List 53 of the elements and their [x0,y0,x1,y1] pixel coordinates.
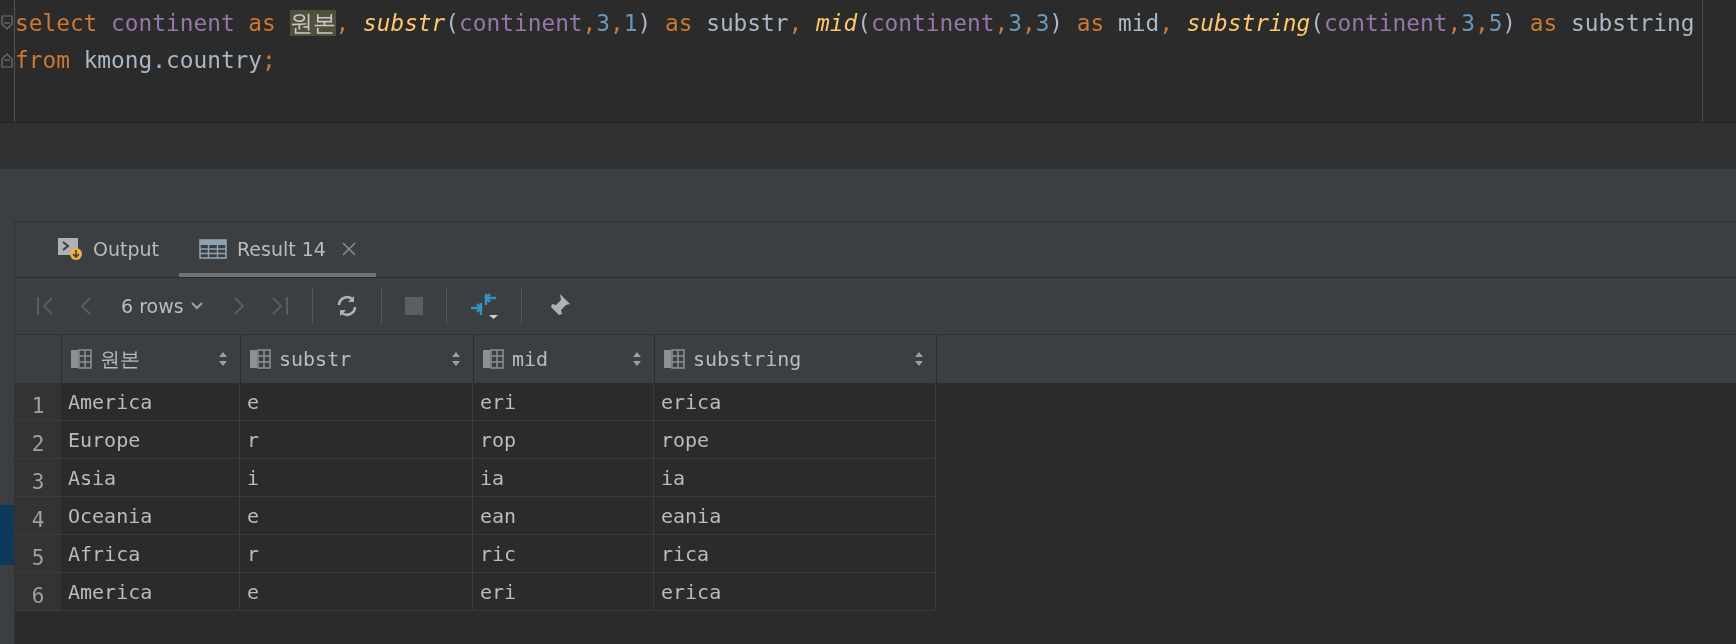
table-cell: erica [654,573,936,611]
table-cell: ia [473,459,654,497]
column-icon [482,349,504,369]
row-number: 6 [15,573,61,611]
rows-dropdown[interactable]: 6 rows [115,295,210,317]
code-line: select continent as 원본, substr(continent,3,1) as substr, mid(continent,3,3) as mid, substring(continent,3,5) as substring [15,9,1695,38]
table-cell: ia [654,459,936,497]
sort-icon[interactable] [451,351,461,367]
row-number: 4 [15,497,61,535]
tab[interactable]: Output [37,225,179,277]
chevron-down-icon [189,301,204,311]
next-icon[interactable] [231,295,246,317]
table-cell: Africa [61,535,240,573]
table-cell: erica [654,383,936,421]
table-cell: Europe [61,421,240,459]
table-cell: ric [473,535,654,573]
sort-icon[interactable] [218,351,228,367]
sort-icon[interactable] [914,351,924,367]
table-cell: rope [654,421,936,459]
console-icon [57,237,83,261]
table-cell: Asia [61,459,240,497]
column-icon [70,349,92,369]
table-cell: America [61,383,240,421]
row-number: 2 [15,421,61,459]
table-cell: e [240,383,473,421]
table-cell: i [240,459,473,497]
gutter-marker [0,505,14,565]
previous-icon[interactable] [79,295,93,317]
column-icon [663,349,685,369]
table-cell: rica [654,535,936,573]
close-icon[interactable] [341,242,356,256]
fold-icon[interactable] [1,15,13,31]
table-cell: ean [473,497,654,535]
table-cell: America [61,573,240,611]
fold-icon[interactable] [1,52,13,68]
table-icon [199,239,227,259]
table-cell: eania [654,497,936,535]
sort-icon[interactable] [632,351,642,367]
column-icon [249,349,271,369]
table-cell: e [240,497,473,535]
table-cell: e [240,573,473,611]
table-cell: rop [473,421,654,459]
table-cell: r [240,421,473,459]
row-number: 3 [15,459,61,497]
code-line: from kmong.country; [15,46,277,75]
table-cell: Oceania [61,497,240,535]
table-cell: eri [473,573,654,611]
compare-arrows-icon[interactable] [468,291,499,321]
stop-icon[interactable] [403,296,424,316]
table-cell: r [240,535,473,573]
row-number: 1 [15,383,61,421]
row-number: 5 [15,535,61,573]
table-cell: eri [473,383,654,421]
